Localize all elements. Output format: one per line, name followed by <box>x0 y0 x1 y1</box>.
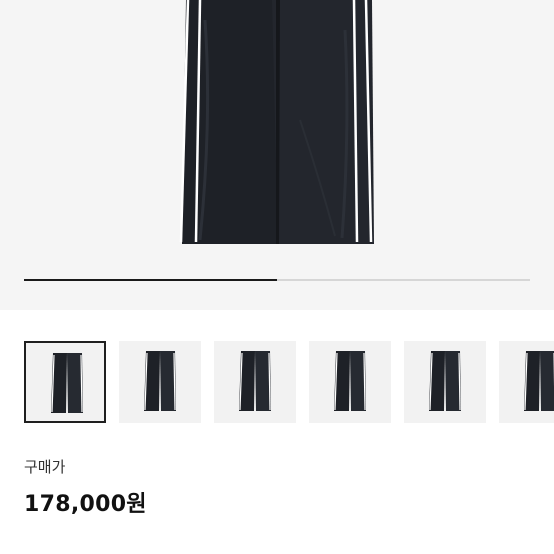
pants-thumbnail-icon <box>239 351 271 411</box>
gallery-progress-fill <box>24 279 277 281</box>
thumbnail-6[interactable] <box>499 341 554 423</box>
thumbnail-5[interactable] <box>404 341 486 423</box>
pants-image <box>179 0 374 244</box>
thumbnail-1[interactable] <box>24 341 106 423</box>
pants-thumbnail-icon <box>429 351 461 411</box>
pants-thumbnail-icon <box>51 353 83 413</box>
product-image-area[interactable] <box>0 0 554 310</box>
pants-thumbnail-icon <box>144 351 176 411</box>
price-value: 178,000원 <box>24 492 147 517</box>
price-label: 구매가 <box>24 458 66 476</box>
pants-thumbnail-icon <box>524 351 554 411</box>
pants-thumbnail-icon <box>334 351 366 411</box>
thumbnail-4[interactable] <box>309 341 391 423</box>
thumbnail-2[interactable] <box>119 341 201 423</box>
thumbnail-strip[interactable] <box>24 341 554 423</box>
gallery-progress-bar <box>24 279 530 281</box>
thumbnail-3[interactable] <box>214 341 296 423</box>
